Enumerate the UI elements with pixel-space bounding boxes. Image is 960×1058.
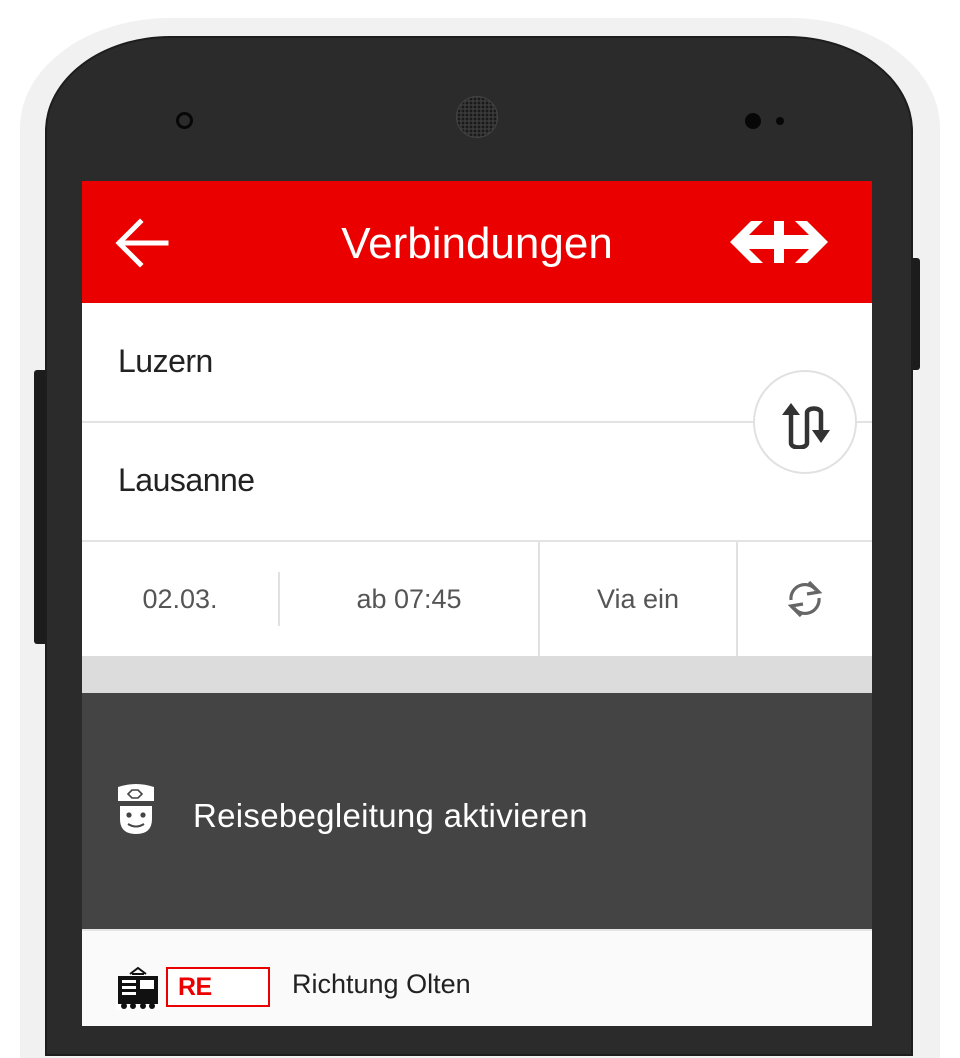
swap-direction-icon bbox=[782, 403, 830, 449]
search-options-row: 02.03. ab 07:45 Via ein bbox=[82, 542, 872, 656]
date-selector[interactable]: 02.03. bbox=[82, 542, 278, 656]
train-type-text: RE bbox=[178, 973, 212, 1001]
section-separator bbox=[82, 656, 872, 693]
direction-text: Richtung Olten bbox=[292, 969, 471, 999]
front-camera bbox=[176, 112, 193, 129]
train-icon bbox=[116, 966, 160, 1010]
app-screen: Verbindungen Luzern Lausanne 02.03. ab 0… bbox=[82, 181, 872, 1026]
page-title: Verbindungen bbox=[341, 219, 613, 268]
via-selector[interactable]: Via ein bbox=[540, 542, 736, 656]
from-station-text: Luzern bbox=[118, 343, 213, 379]
time-selector[interactable]: ab 07:45 bbox=[280, 542, 538, 656]
to-station-input[interactable]: Lausanne bbox=[82, 422, 872, 540]
sbb-logo[interactable] bbox=[730, 221, 828, 263]
via-text: Via ein bbox=[596, 583, 680, 614]
light-sensor bbox=[776, 117, 784, 125]
arrow-left-icon bbox=[115, 218, 169, 268]
back-button[interactable] bbox=[112, 217, 172, 269]
travel-companion-button[interactable]: Reisebegleitung aktivieren bbox=[82, 693, 872, 929]
date-text: 02.03. bbox=[142, 583, 218, 614]
to-station-text: Lausanne bbox=[118, 462, 255, 498]
from-station-input[interactable]: Luzern bbox=[82, 303, 872, 421]
refresh-icon bbox=[787, 580, 823, 618]
proximity-sensor bbox=[745, 113, 761, 129]
connection-list-item[interactable]: RE Richtung Olten bbox=[82, 929, 872, 1026]
conductor-icon bbox=[118, 784, 154, 834]
refresh-button[interactable] bbox=[738, 542, 872, 656]
travel-companion-label: Reisebegleitung aktivieren bbox=[193, 797, 588, 834]
app-bar: Verbindungen bbox=[82, 181, 872, 303]
time-text: ab 07:45 bbox=[356, 583, 462, 614]
earpiece-speaker bbox=[456, 96, 498, 138]
swap-stations-button[interactable] bbox=[753, 370, 857, 474]
train-type-badge: RE bbox=[166, 967, 270, 1007]
